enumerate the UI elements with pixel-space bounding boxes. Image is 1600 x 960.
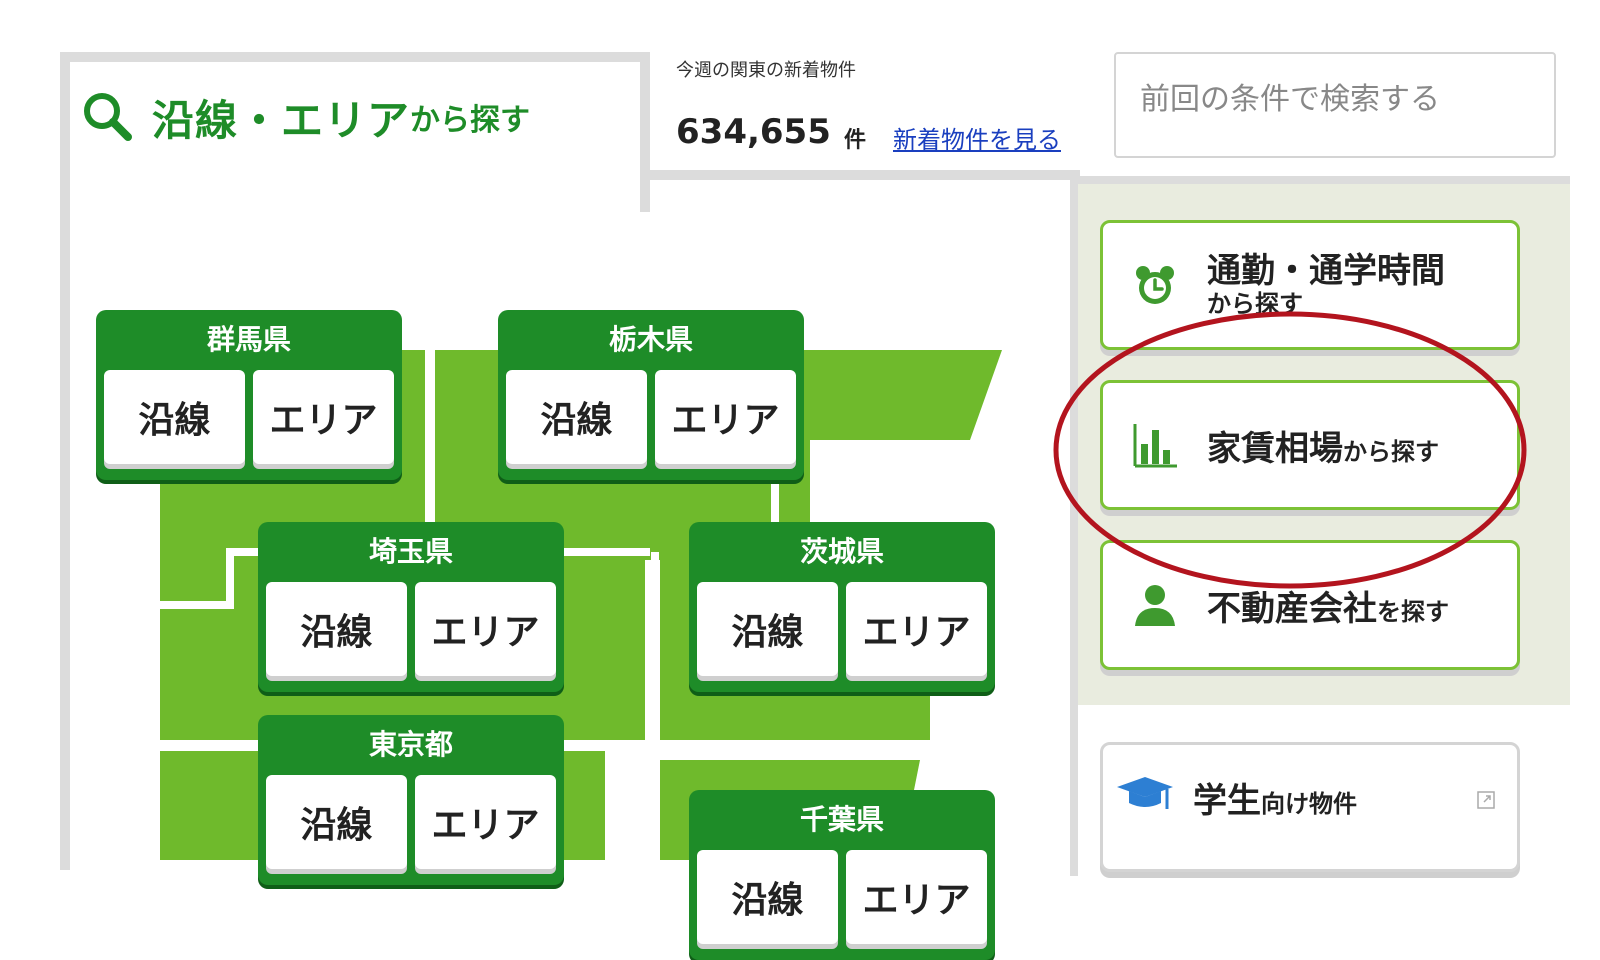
search-title-main: 沿線・エリア (152, 95, 411, 145)
external-link-icon (1477, 791, 1495, 813)
gunma-area-button[interactable]: エリア (253, 370, 394, 464)
search-icon (84, 93, 132, 141)
tokyo-area-button[interactable]: エリア (415, 775, 556, 869)
new-listings-link[interactable]: 新着物件を見る (893, 120, 1061, 155)
graduation-cap-icon (1115, 773, 1177, 823)
student-listings-button[interactable]: 学生向け物件 (1100, 742, 1520, 872)
prefecture-card-tokyo: 東京都 沿線 エリア (258, 715, 564, 885)
ibaraki-area-button[interactable]: エリア (846, 582, 987, 676)
prefecture-card-tochigi: 栃木県 沿線 エリア (498, 310, 804, 480)
tochigi-line-button[interactable]: 沿線 (506, 370, 647, 464)
new-listings-unit: 件 (844, 128, 867, 153)
prefecture-card-chiba: 千葉県 沿線 エリア (689, 790, 995, 960)
prefecture-name: 埼玉県 (368, 535, 453, 568)
student-button-label: 学生 (1193, 781, 1261, 821)
alarm-clock-icon (1125, 263, 1185, 307)
prefecture-card-ibaraki: 茨城県 沿線 エリア (689, 522, 995, 692)
saitama-area-button[interactable]: エリア (415, 582, 556, 676)
prefecture-name: 栃木県 (608, 323, 693, 356)
search-tab-title: 沿線・エリア から探す (78, 82, 530, 152)
tokyo-line-button[interactable]: 沿線 (266, 775, 407, 869)
tab-divider (650, 170, 1080, 180)
saitama-line-button[interactable]: 沿線 (266, 582, 407, 676)
tochigi-area-button[interactable]: エリア (655, 370, 796, 464)
prefecture-card-gunma: 群馬県 沿線 エリア (96, 310, 402, 480)
new-listings-label: 今週の関東の新着物件 (676, 60, 856, 81)
commute-button-label: 通勤・通学時間 (1207, 251, 1445, 291)
prefecture-name: 千葉県 (799, 803, 884, 836)
gunma-line-button[interactable]: 沿線 (104, 370, 245, 464)
chiba-line-button[interactable]: 沿線 (697, 850, 838, 944)
prefecture-name: 群馬県 (206, 323, 291, 356)
prefecture-name: 茨城県 (799, 535, 884, 568)
prefecture-name: 東京都 (368, 728, 453, 761)
previous-search-button[interactable]: 前回の条件で検索する (1114, 52, 1556, 158)
ibaraki-line-button[interactable]: 沿線 (697, 582, 838, 676)
highlight-annotation (1053, 311, 1527, 589)
search-title-suffix: から探す (410, 103, 531, 138)
student-button-sublabel: 向け物件 (1261, 790, 1357, 818)
chiba-area-button[interactable]: エリア (846, 850, 987, 944)
prefecture-card-saitama: 埼玉県 沿線 エリア (258, 522, 564, 692)
new-listings-count: 634,655 (676, 112, 831, 152)
